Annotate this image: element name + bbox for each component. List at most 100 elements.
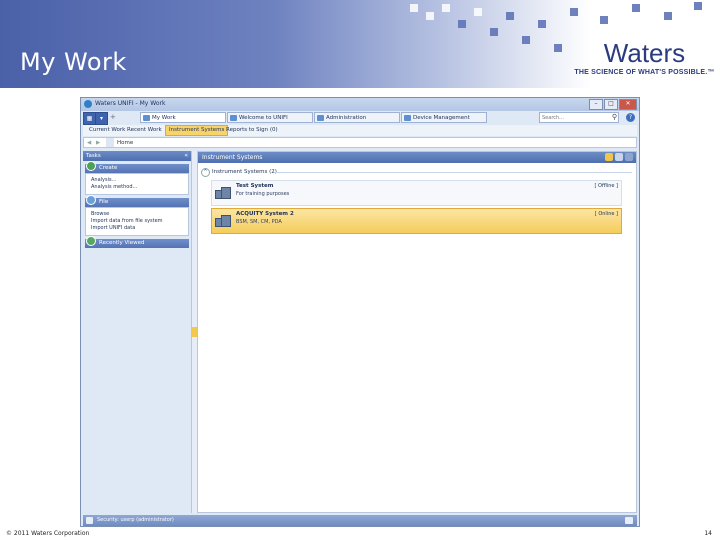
close-button[interactable]: ✕	[619, 99, 637, 110]
tab-my-work[interactable]: My Work	[140, 112, 226, 123]
tab-row: ▦ ▾ + My Work Welcome to UNIFI Administr…	[83, 112, 637, 125]
tasks-panel: Tasks « Create Analysis... Analysis meth…	[83, 151, 191, 513]
copyright-footer: © 2011 Waters Corporation	[6, 530, 90, 537]
system-row-selected[interactable]: ACQUITY System 2 BSM, SM, CM, PDA [ Onli…	[211, 208, 622, 234]
subnav-instrument-systems[interactable]: Instrument Systems	[165, 125, 229, 136]
system-name: Test System	[236, 183, 274, 189]
group-divider	[274, 172, 632, 173]
decor-pixel	[554, 44, 562, 52]
home-icon	[106, 138, 114, 147]
window-title: Waters UNIFI - My Work	[95, 100, 166, 107]
device-icon	[404, 115, 411, 121]
system-row[interactable]: Test System For training purposes [ Offl…	[211, 180, 622, 206]
collapse-group-icon[interactable]: ^	[201, 168, 210, 177]
notification-icon[interactable]	[625, 517, 633, 524]
system-name: ACQUITY System 2	[236, 211, 294, 217]
create-section-header[interactable]: Create	[85, 161, 189, 173]
menu-dropdown-icon[interactable]: ▾	[95, 112, 108, 125]
decor-pixel	[694, 2, 702, 10]
tab-welcome[interactable]: Welcome to UNIFI	[227, 112, 313, 123]
admin-icon	[317, 115, 324, 121]
task-create-analysis-method[interactable]: Analysis method...	[91, 184, 183, 191]
decor-pixel	[522, 36, 530, 44]
section-title: Recently Viewed	[99, 240, 145, 246]
system-description: For training purposes	[236, 191, 290, 197]
subnav-reports-to-sign[interactable]: Reports to Sign (0)	[223, 125, 281, 136]
window-titlebar: Waters UNIFI - My Work – □ ✕	[81, 98, 639, 111]
subnav-recent-work[interactable]: Recent Work	[124, 125, 165, 136]
search-systems-icon[interactable]	[615, 153, 623, 161]
forward-arrow-icon[interactable]: ▶	[96, 138, 100, 148]
instrument-systems-header: Instrument Systems	[198, 152, 636, 163]
system-status: [ Online ]	[594, 211, 618, 217]
decor-pixel	[632, 4, 640, 12]
decor-pixel	[474, 8, 482, 16]
help-icon[interactable]: ?	[626, 113, 635, 122]
back-arrow-icon[interactable]: ◀	[87, 138, 91, 148]
file-icon	[86, 195, 96, 205]
tab-label: My Work	[152, 115, 176, 121]
file-section-header[interactable]: File	[85, 195, 189, 207]
folder-icon	[143, 115, 150, 121]
task-create-analysis[interactable]: Analysis...	[91, 177, 183, 184]
section-title: Create	[99, 165, 118, 171]
tab-device-management[interactable]: Device Management	[401, 112, 487, 123]
tab-label: Welcome to UNIFI	[239, 115, 288, 121]
waters-logo: Waters THE SCIENCE OF WHAT'S POSSIBLE.™	[572, 40, 717, 82]
system-description: BSM, SM, CM, PDA	[236, 219, 282, 225]
add-system-icon[interactable]	[605, 153, 613, 161]
breadcrumb-home[interactable]: Home	[117, 138, 133, 148]
instrument-system-icon	[215, 185, 231, 199]
section-title: File	[99, 199, 109, 205]
decor-pixel	[664, 12, 672, 20]
group-header[interactable]: ^ Instrument Systems (2)	[198, 166, 636, 178]
decor-pixel	[506, 12, 514, 20]
security-user-status: Security: userp (administrator)	[97, 517, 174, 523]
user-icon	[86, 517, 93, 524]
minimize-button[interactable]: –	[589, 99, 603, 110]
file-section: File Browse Import data from file system…	[85, 195, 189, 236]
address-bar: ◀ ▶ Home	[83, 137, 637, 148]
page-number: 14	[704, 530, 712, 537]
search-icon[interactable]: ⚲	[612, 113, 617, 121]
logo-word: Waters	[603, 38, 686, 68]
logo-tagline: THE SCIENCE OF WHAT'S POSSIBLE.™	[574, 69, 715, 76]
create-section: Create Analysis... Analysis method...	[85, 161, 189, 195]
decor-pixel	[458, 20, 466, 28]
unifi-window: Waters UNIFI - My Work – □ ✕ ▦ ▾ + My Wo…	[80, 97, 640, 527]
status-bar: Security: userp (administrator)	[83, 515, 637, 526]
view-options-icon[interactable]	[625, 153, 633, 161]
subnav-current-work[interactable]: Current Work	[86, 125, 128, 136]
task-browse[interactable]: Browse	[91, 211, 183, 218]
globe-icon	[230, 115, 237, 121]
decor-pixel	[410, 4, 418, 12]
decor-pixel	[426, 12, 434, 20]
create-icon	[86, 161, 96, 171]
maximize-button[interactable]: □	[604, 99, 618, 110]
decor-pixel	[600, 16, 608, 24]
subnav-bar: Current Work Recent Work Instrument Syst…	[83, 125, 637, 136]
main-header-label: Instrument Systems	[202, 154, 263, 161]
task-import-unifi-data[interactable]: Import UNIFI data	[91, 225, 183, 232]
decor-pixel	[490, 28, 498, 36]
recently-viewed-section: Recently Viewed	[85, 236, 189, 248]
slide-header-band: My Work Waters THE SCIENCE OF WHAT'S POS…	[0, 0, 720, 88]
tab-label: Device Management	[413, 115, 470, 121]
tasks-header: Tasks «	[83, 151, 191, 161]
decor-pixel	[538, 20, 546, 28]
tasks-header-label: Tasks	[86, 153, 101, 159]
recently-viewed-header[interactable]: Recently Viewed	[85, 236, 189, 248]
collapse-panel-icon[interactable]: «	[184, 151, 188, 161]
slide-title: My Work	[20, 48, 127, 76]
new-tab-icon[interactable]: +	[110, 112, 120, 123]
instrument-systems-panel: Instrument Systems ^ Instrument Systems …	[197, 151, 637, 513]
search-input[interactable]: Search...	[539, 112, 619, 123]
group-label: Instrument Systems (2)	[212, 169, 277, 175]
system-status: [ Offline ]	[594, 183, 618, 189]
decor-pixel	[570, 8, 578, 16]
tab-administration[interactable]: Administration	[314, 112, 400, 123]
tab-label: Administration	[326, 115, 367, 121]
task-import-file-system[interactable]: Import data from file system	[91, 218, 183, 225]
recent-icon	[86, 236, 96, 246]
instrument-system-icon	[215, 213, 231, 227]
